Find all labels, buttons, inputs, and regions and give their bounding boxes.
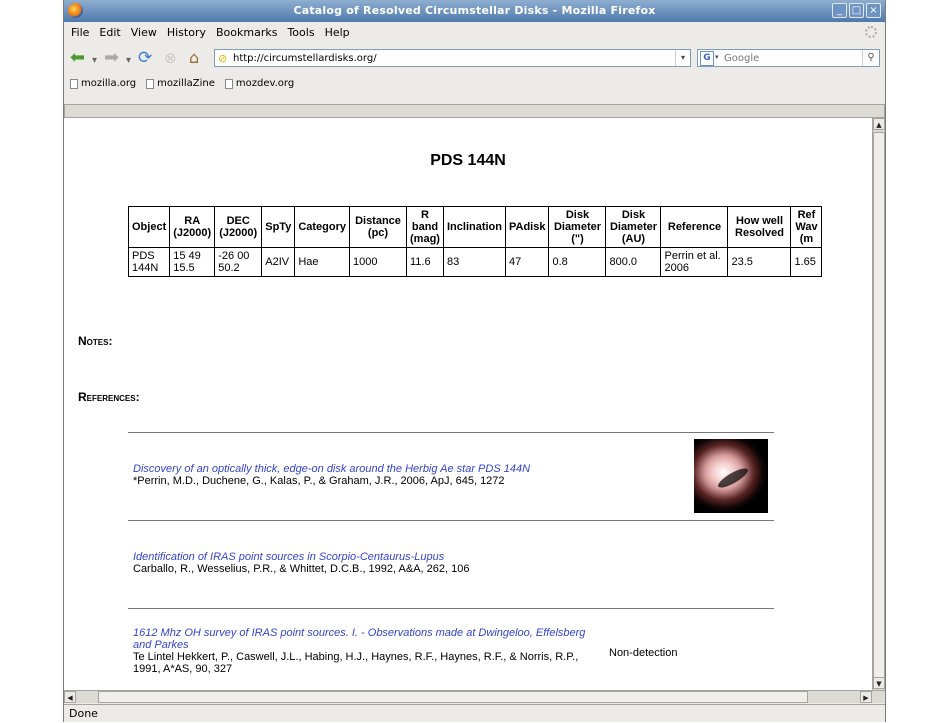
notes-heading: Notes: [78,334,113,348]
cell-spty: A2IV [261,247,296,277]
scroll-left-icon[interactable]: ◀ [64,691,76,703]
close-button[interactable]: × [866,3,881,18]
window-title: Catalog of Resolved Circumstellar Disks … [293,4,656,17]
col-dec: DEC (J2000) [214,206,263,248]
stop-button[interactable]: ⊗ [164,48,177,68]
col-diameter-arcsec: Disk Diameter (") [548,206,607,248]
col-category: Category [294,206,350,248]
col-resolved: How well Resolved [727,206,792,248]
search-go-icon[interactable]: ⚲ [862,50,879,66]
back-history-dropdown-icon[interactable]: ▾ [92,51,97,71]
cell-category: Hae [294,247,350,277]
table-header-row: Object RA (J2000) DEC (J2000) SpTy Categ… [127,206,823,248]
reference-authors: *Perrin, M.D., Duchene, G., Kalas, P., &… [133,475,505,487]
status-bar: Done [64,704,885,722]
cell-ref-wav: 1.65 [790,247,823,277]
cell-ra: 15 49 15.5 [169,247,216,277]
cell-rband: 11.6 [406,247,444,277]
reference-link[interactable]: 1612 Mhz OH survey of IRAS point sources… [133,627,585,651]
horizontal-scroll-thumb[interactable] [98,691,808,703]
page-content: PDS 144N Object RA (J2000) DEC (J2000) S… [64,118,872,690]
col-diameter-au: Disk Diameter (AU) [605,206,662,248]
col-spty: SpTy [261,206,296,248]
menu-tools[interactable]: Tools [282,24,319,42]
bookmark-mozdev-org[interactable]: mozdev.org [224,76,294,92]
cell-diameter-au: 800.0 [605,247,662,277]
home-button[interactable]: ⌂ [189,48,199,68]
scroll-down-icon[interactable]: ▼ [873,677,885,689]
scroll-up-icon[interactable]: ▲ [873,118,885,130]
cell-object: PDS 144N [127,247,171,277]
url-bar[interactable]: ⊘ ▾ [214,49,691,67]
reload-button[interactable]: ⟳ [138,48,152,68]
reference-note: Non-detection [609,647,678,659]
search-bar[interactable]: G ▾ ⚲ [697,49,880,67]
col-ra: RA (J2000) [169,206,216,248]
cell-reference: Perrin et al. 2006 [660,247,729,277]
col-reference: Reference [660,206,729,248]
col-padisk: PAdisk [504,206,550,248]
horizontal-scrollbar[interactable]: ◀ ▶ [64,690,885,703]
cell-distance: 1000 [349,247,407,277]
col-ref-wav: Ref Wav (m [790,206,823,248]
browser-window: Catalog of Resolved Circumstellar Disks … [63,0,886,722]
bookmark-mozillazine[interactable]: mozillaZine [146,76,215,92]
engine-dropdown-icon[interactable]: ▾ [715,53,719,61]
table-row: PDS 144N 15 49 15.5 -26 00 50.2 A2IV Hae… [127,247,823,277]
reference-item: Identification of IRAS point sources in … [128,520,774,609]
search-input[interactable] [724,51,854,65]
cell-resolved: 23.5 [727,247,792,277]
cell-inclination: 83 [443,247,506,277]
forward-button[interactable]: ➡ [104,48,119,68]
col-object: Object [127,206,171,248]
cell-padisk: 47 [504,247,550,277]
maximize-button[interactable]: □ [849,3,864,18]
cell-dec: -26 00 50.2 [214,247,263,277]
top-horizontal-scrollbar[interactable] [64,104,885,118]
bookmark-page-icon [70,79,78,89]
col-rband: R band (mag) [406,206,444,248]
references-heading: References: [78,390,140,404]
menu-file[interactable]: File [66,24,94,42]
forward-history-dropdown-icon[interactable]: ▾ [126,51,131,71]
url-input[interactable] [233,51,653,65]
url-history-dropdown-icon[interactable]: ▾ [675,50,690,66]
menu-help[interactable]: Help [320,24,355,42]
bookmarks-toolbar: mozilla.org mozillaZine mozdev.org [70,76,294,92]
menu-bar: File Edit View History Bookmarks Tools H… [64,24,355,42]
bookmark-page-icon [224,79,233,89]
page-favicon-icon: ⊘ [218,52,228,65]
title-bar: Catalog of Resolved Circumstellar Disks … [64,0,885,22]
bookmark-page-icon [146,79,155,89]
back-button[interactable]: ⬅ [70,48,85,68]
col-distance: Distance (pc) [349,206,407,248]
disk-image-thumbnail[interactable] [694,439,768,513]
reference-item: 1612 Mhz OH survey of IRAS point sources… [128,608,774,690]
vertical-scroll-thumb[interactable] [873,132,885,678]
google-engine-icon[interactable]: G [700,51,714,66]
reference-authors: Carballo, R., Wesselius, P.R., & Whittet… [133,563,470,575]
activity-throbber-icon [865,26,877,38]
menu-edit[interactable]: Edit [94,24,125,42]
disk-data-table: Object RA (J2000) DEC (J2000) SpTy Categ… [127,206,823,277]
cell-diameter-arcsec: 0.8 [548,247,607,277]
bookmark-mozilla-org[interactable]: mozilla.org [70,76,136,92]
reference-authors: Te Lintel Hekkert, P., Caswell, J.L., Ha… [133,651,579,675]
page-title: PDS 144N [430,152,506,169]
reference-link[interactable]: Identification of IRAS point sources in … [133,551,444,563]
reference-link[interactable]: Discovery of an optically thick, edge-on… [133,463,530,475]
menu-bookmarks[interactable]: Bookmarks [211,24,282,42]
menu-view[interactable]: View [126,24,162,42]
menu-history[interactable]: History [162,24,211,42]
col-inclination: Inclination [443,206,506,248]
navigation-toolbar: ⬅ ▾ ➡ ▾ ⟳ ⊗ ⌂ ⊘ ▾ G ▾ ⚲ [64,46,885,72]
scroll-right-icon[interactable]: ▶ [860,691,872,703]
minimize-button[interactable]: _ [832,3,847,18]
vertical-scrollbar[interactable]: ▲ ▼ [872,118,885,690]
reference-item: Discovery of an optically thick, edge-on… [128,432,774,521]
